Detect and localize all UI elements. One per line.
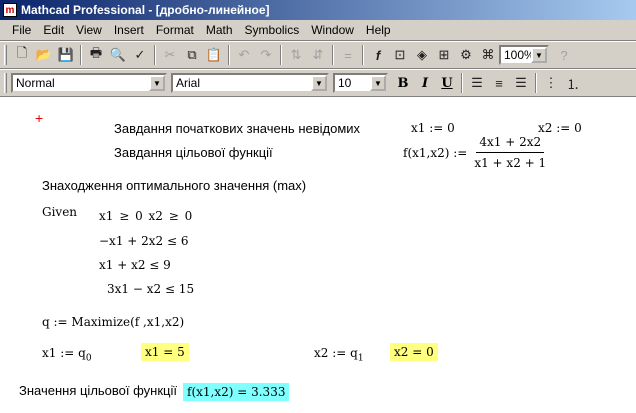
toolbar-separator <box>362 45 364 65</box>
toolbar-separator <box>80 45 82 65</box>
menu-file[interactable]: File <box>6 23 37 37</box>
align-down-icon[interactable]: ⇵ <box>307 44 329 66</box>
italic-icon[interactable]: I <box>414 72 436 94</box>
x1-result[interactable]: x1 = 5 <box>141 343 189 361</box>
text-find-optimum[interactable]: Знаходження оптимального значення (max) <box>42 178 306 193</box>
menu-insert[interactable]: Insert <box>108 23 150 37</box>
mathcad-app-icon: m <box>3 3 17 17</box>
standard-toolbar: 🗋 📂 💾 🖶 🔍 ✓ ✂ ⧉ 📋 ↶ ↷ ⇅ ⇵ = f ⊡ ◈ ⊞ ⚙ ⌘ … <box>0 41 636 69</box>
network-icon[interactable]: ⌘ <box>477 44 499 66</box>
title-bar: m Mathcad Professional - [дробно-линейно… <box>0 0 636 20</box>
text-objective-value[interactable]: Значення цільової функції <box>19 383 177 398</box>
insert-unit-icon[interactable]: ⊡ <box>389 44 411 66</box>
text-initial-values[interactable]: Завдання початкових значень невідомих <box>114 121 360 136</box>
fraction-denominator: x1 + x2 + 1 <box>474 156 547 170</box>
component-wizard-icon[interactable]: ⊞ <box>433 44 455 66</box>
resources-icon[interactable]: ◈ <box>411 44 433 66</box>
font-select[interactable]: Arial ▼ <box>171 73 329 93</box>
constraint-2[interactable]: x1 + x2 ≤ 9 <box>99 258 171 272</box>
fraction-numerator: 4x1 + 2x2 <box>476 135 545 153</box>
x2-initial-definition[interactable]: x2 := 0 <box>538 121 582 135</box>
toolbar-grip[interactable] <box>4 45 7 65</box>
crosshair-cursor-icon: + <box>35 110 44 126</box>
open-folder-icon[interactable]: 📂 <box>33 44 55 66</box>
align-across-icon[interactable]: ⇅ <box>285 44 307 66</box>
math-connex-icon[interactable]: ⚙ <box>455 44 477 66</box>
paste-icon[interactable]: 📋 <box>203 44 225 66</box>
toolbar-separator <box>461 73 463 93</box>
x2-assignment[interactable]: x2 := q1 <box>314 346 364 363</box>
bullet-list-icon[interactable]: ⋮ <box>540 72 562 94</box>
toolbar-separator <box>332 45 334 65</box>
objective-function-definition[interactable]: f(x1,x2) := 4x1 + 2x2 x1 + x2 + 1 <box>403 135 549 170</box>
constraint-1[interactable]: −x1 + 2x2 ≤ 6 <box>99 234 189 248</box>
cut-icon[interactable]: ✂ <box>159 44 181 66</box>
constraint-nonnegative[interactable]: x1 ≥ 0 x2 ≥ 0 <box>99 209 192 223</box>
menu-format[interactable]: Format <box>150 23 200 37</box>
menu-window[interactable]: Window <box>305 23 360 37</box>
toolbar-separator <box>154 45 156 65</box>
menu-help[interactable]: Help <box>360 23 397 37</box>
save-icon[interactable]: 💾 <box>55 44 77 66</box>
chevron-down-icon[interactable]: ▼ <box>149 75 165 91</box>
numbered-list-icon[interactable]: ⒈ <box>562 72 584 94</box>
menu-symbolics[interactable]: Symbolics <box>239 23 306 37</box>
copy-icon[interactable]: ⧉ <box>181 44 203 66</box>
zoom-select[interactable]: 100% ▼ <box>499 45 549 65</box>
f-result[interactable]: f(x1,x2) = 3.333 <box>183 383 290 401</box>
align-center-icon[interactable]: ≡ <box>488 72 510 94</box>
new-file-icon[interactable]: 🗋 <box>11 44 33 66</box>
x2-result[interactable]: x2 = 0 <box>390 343 438 361</box>
toolbar-separator <box>280 45 282 65</box>
underline-icon[interactable]: U <box>436 72 458 94</box>
print-icon[interactable]: 🖶 <box>85 44 107 66</box>
help-icon[interactable]: ? <box>553 44 575 66</box>
worksheet[interactable]: + Завдання початкових значень невідомих … <box>0 97 636 413</box>
font-size-select[interactable]: 10 ▼ <box>333 73 388 93</box>
formatting-toolbar: Normal ▼ Arial ▼ 10 ▼ B I U ☰ ≡ ☰ ⋮ ⒈ <box>0 69 636 97</box>
text-objective-function[interactable]: Завдання цільової функції <box>114 145 273 160</box>
x1-assignment[interactable]: x1 := q0 <box>42 346 92 363</box>
menu-edit[interactable]: Edit <box>37 23 70 37</box>
style-select[interactable]: Normal ▼ <box>11 73 167 93</box>
chevron-down-icon[interactable]: ▼ <box>311 75 327 91</box>
f-definition-lhs: f(x1,x2) := <box>403 145 468 160</box>
toolbar-grip[interactable] <box>4 73 7 93</box>
menu-bar: File Edit View Insert Format Math Symbol… <box>0 20 636 41</box>
menu-view[interactable]: View <box>70 23 108 37</box>
x1-initial-definition[interactable]: x1 := 0 <box>411 121 455 135</box>
calculate-icon[interactable]: = <box>337 44 359 66</box>
insert-function-icon[interactable]: f <box>367 44 389 66</box>
spell-check-icon[interactable]: ✓ <box>129 44 151 66</box>
window-title: Mathcad Professional - [дробно-линейное] <box>21 3 270 17</box>
maximize-definition[interactable]: q := Maximize(f ,x1,x2) <box>42 315 184 329</box>
undo-icon[interactable]: ↶ <box>233 44 255 66</box>
align-left-icon[interactable]: ☰ <box>466 72 488 94</box>
toolbar-separator <box>535 73 537 93</box>
constraint-3[interactable]: 3x1 − x2 ≤ 15 <box>107 282 194 296</box>
print-preview-icon[interactable]: 🔍 <box>107 44 129 66</box>
redo-icon[interactable]: ↷ <box>255 44 277 66</box>
fraction: 4x1 + 2x2 x1 + x2 + 1 <box>471 135 549 170</box>
chevron-down-icon[interactable]: ▼ <box>531 47 547 63</box>
given-keyword[interactable]: Given <box>42 205 77 219</box>
toolbar-separator <box>228 45 230 65</box>
menu-math[interactable]: Math <box>200 23 239 37</box>
bold-icon[interactable]: B <box>392 72 414 94</box>
chevron-down-icon[interactable]: ▼ <box>370 75 386 91</box>
align-right-icon[interactable]: ☰ <box>510 72 532 94</box>
